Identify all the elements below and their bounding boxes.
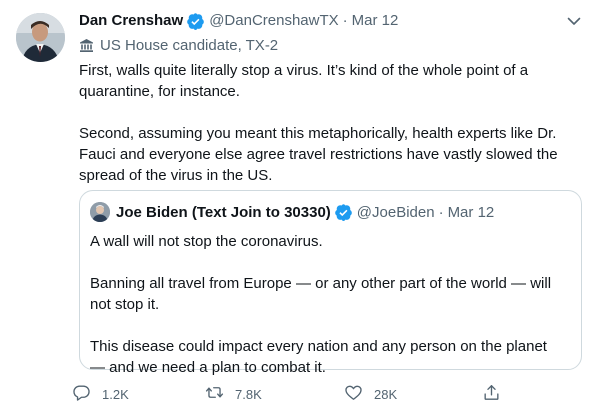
verified-badge-icon <box>334 203 353 222</box>
author-name[interactable]: Dan Crenshaw <box>79 11 183 31</box>
like-button[interactable]: 28K <box>344 382 397 406</box>
share-icon <box>482 383 512 405</box>
reply-button[interactable]: 1.2K <box>72 382 129 406</box>
retweet-button[interactable]: 7.8K <box>205 382 262 406</box>
account-label: US House candidate, TX-2 <box>79 35 278 55</box>
quoted-tweet-date: Mar 12 <box>447 203 495 221</box>
quoted-tweet-text: A wall will not stop the coronavirus. Ba… <box>90 231 565 378</box>
like-count: 28K <box>374 386 398 402</box>
reply-count: 1.2K <box>102 386 129 402</box>
quoted-author-handle: @JoeBiden <box>356 203 435 221</box>
tweet-date[interactable]: Mar 12 <box>352 11 399 31</box>
tweet-paragraph: First, walls quite literally stop a viru… <box>79 62 529 100</box>
tweet-paragraph: Second, assuming you meant this metaphor… <box>79 125 558 184</box>
retweet-icon <box>205 383 235 405</box>
quoted-author-avatar <box>90 202 110 222</box>
reply-icon <box>72 383 102 405</box>
author-handle[interactable]: @DanCrenshawTX <box>209 11 338 31</box>
like-icon <box>344 383 374 405</box>
quoted-tweet-header: Joe Biden (Text Join to 30330) @JoeBiden… <box>90 202 571 222</box>
government-building-icon <box>79 38 94 53</box>
quoted-paragraph: This disease could impact every nation a… <box>90 338 547 376</box>
quoted-paragraph: A wall will not stop the coronavirus. <box>90 233 323 250</box>
retweet-count: 7.8K <box>235 386 262 402</box>
separator: · <box>342 12 348 29</box>
separator: · <box>438 203 444 221</box>
account-label-text: US House candidate, TX-2 <box>100 36 279 54</box>
quoted-paragraph: Banning all travel from Europe — or any … <box>90 275 552 313</box>
quoted-author-name: Joe Biden (Text Join to 30330) <box>116 203 331 221</box>
tweet-header: Dan Crenshaw @DanCrenshawTX · Mar 12 <box>79 11 561 31</box>
quoted-tweet[interactable]: Joe Biden (Text Join to 30330) @JoeBiden… <box>79 190 582 376</box>
tweet-text: First, walls quite literally stop a viru… <box>79 60 584 186</box>
tweet-card[interactable]: Dan Crenshaw @DanCrenshawTX · Mar 12 US … <box>0 0 601 413</box>
author-avatar[interactable] <box>16 13 65 62</box>
share-button[interactable] <box>482 382 512 406</box>
action-bar: 1.2K 7.8K 28K <box>72 382 512 406</box>
chevron-down-icon[interactable] <box>565 12 583 30</box>
verified-badge-icon <box>186 12 205 31</box>
